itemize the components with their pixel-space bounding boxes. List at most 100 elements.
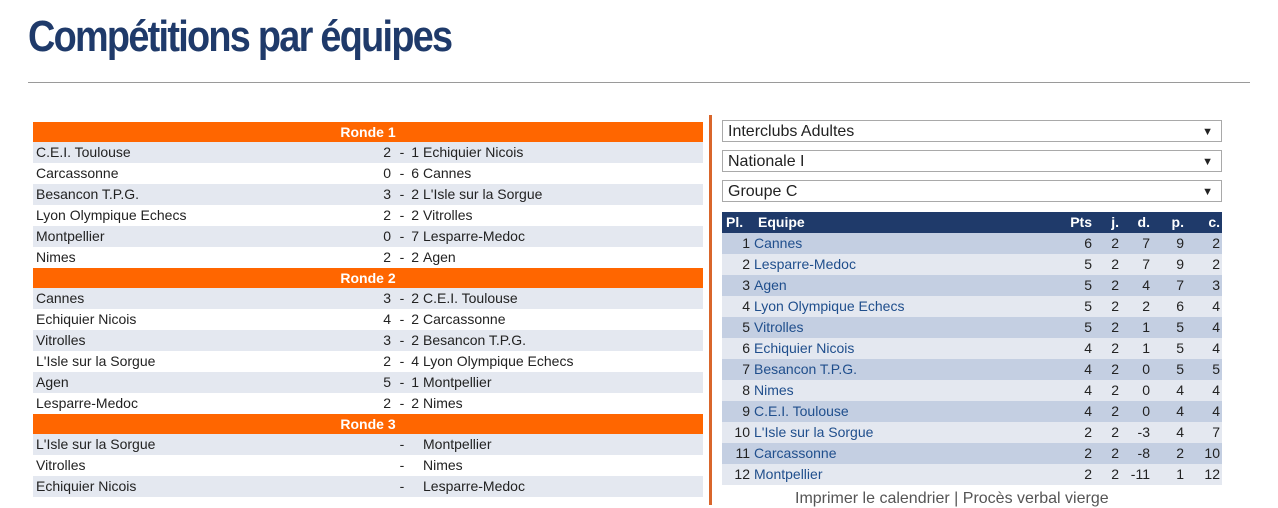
place: 5	[742, 319, 750, 335]
p-value: 4	[1176, 382, 1184, 398]
team-link[interactable]: Montpellier	[754, 464, 822, 485]
away-team: Carcassonne	[423, 311, 506, 327]
away-score: 1	[411, 374, 419, 390]
score-separator: -	[399, 228, 405, 244]
p-value: 7	[1176, 277, 1184, 293]
team-link[interactable]: Besancon T.P.G.	[754, 359, 857, 380]
score-separator: -	[399, 353, 405, 369]
c-value: 4	[1212, 319, 1220, 335]
c-value: 7	[1212, 424, 1220, 440]
away-team: C.E.I. Toulouse	[423, 290, 518, 306]
team-link[interactable]: Vitrolles	[754, 317, 804, 338]
home-score: 3	[383, 332, 391, 348]
match-row: L'Isle sur la Sorgue 2-4 Lyon Olympique Ec…	[33, 351, 703, 372]
chevron-down-icon: ▼	[1202, 156, 1213, 168]
header-played: j.	[1111, 214, 1119, 230]
team-link[interactable]: C.E.I. Toulouse	[754, 401, 849, 422]
score-separator: -	[399, 436, 405, 452]
away-score: 2	[411, 207, 419, 223]
competition-select-value: Interclubs Adultes	[728, 123, 855, 140]
away-team: Lyon Olympique Echecs	[423, 353, 574, 369]
home-team: Echiquier Nicois	[36, 478, 137, 494]
points: 5	[1084, 256, 1092, 272]
home-score: 5	[383, 374, 391, 390]
points: 2	[1084, 424, 1092, 440]
team-link[interactable]: Lesparre-Medoc	[754, 254, 856, 275]
home-score: 2	[383, 249, 391, 265]
home-team: Cannes	[36, 290, 85, 306]
team-link[interactable]: Agen	[754, 275, 787, 296]
group-select[interactable]: Groupe C ▼	[722, 180, 1222, 202]
played: 2	[1111, 277, 1119, 293]
away-team: L'Isle sur la Sorgue	[423, 186, 543, 202]
standings-row: 6 Echiquier Nicois 4 2 1 5 4	[722, 338, 1222, 359]
team-link[interactable]: Nimes	[754, 380, 794, 401]
away-team: Nimes	[423, 457, 463, 473]
home-team: Lyon Olympique Echecs	[36, 207, 187, 223]
team-link[interactable]: Echiquier Nicois	[754, 338, 854, 359]
place: 6	[742, 340, 750, 356]
header-diff: d.	[1137, 214, 1150, 230]
score-separator: -	[399, 249, 405, 265]
diff: -3	[1137, 424, 1150, 440]
home-team: L'Isle sur la Sorgue	[36, 353, 156, 369]
place: 4	[742, 298, 750, 314]
home-team: Agen	[36, 374, 69, 390]
diff: 1	[1142, 340, 1150, 356]
team-link[interactable]: Lyon Olympique Echecs	[754, 296, 904, 317]
away-score: 2	[411, 186, 419, 202]
division-select[interactable]: Nationale I ▼	[722, 150, 1222, 172]
team-link[interactable]: L'Isle sur la Sorgue	[754, 422, 873, 443]
p-value: 9	[1176, 235, 1184, 251]
home-team: L'Isle sur la Sorgue	[36, 436, 156, 452]
round-header: Ronde 3	[33, 414, 703, 434]
played: 2	[1111, 403, 1119, 419]
diff: 7	[1142, 256, 1150, 272]
away-score: 4	[411, 353, 419, 369]
home-score: 0	[383, 228, 391, 244]
team-link[interactable]: Carcassonne	[754, 443, 837, 464]
away-score: 7	[411, 228, 419, 244]
diff: -11	[1130, 466, 1150, 482]
points: 6	[1084, 235, 1092, 251]
score-separator: -	[399, 144, 405, 160]
score-separator: -	[399, 374, 405, 390]
away-team: Vitrolles	[423, 207, 473, 223]
standings-row: 3 Agen 5 2 4 7 3	[722, 275, 1222, 296]
column-divider	[709, 115, 712, 505]
c-value: 4	[1212, 340, 1220, 356]
p-value: 5	[1176, 361, 1184, 377]
score-separator: -	[399, 186, 405, 202]
score-separator: -	[399, 165, 405, 181]
points: 4	[1084, 403, 1092, 419]
blank-report-link[interactable]: Procès verbal vierge	[963, 490, 1109, 507]
print-calendar-link[interactable]: Imprimer le calendrier	[795, 490, 950, 507]
diff: 0	[1142, 403, 1150, 419]
points: 5	[1084, 298, 1092, 314]
away-score: 2	[411, 290, 419, 306]
standings-table: Pl. Equipe Pts j. d. p. c. 1 Cannes 6 2 7 9 2 2…	[722, 212, 1222, 485]
played: 2	[1111, 235, 1119, 251]
match-row: C.E.I. Toulouse 2-1 Echiquier Nicois	[33, 142, 703, 163]
diff: 1	[1142, 319, 1150, 335]
home-score: 3	[383, 186, 391, 202]
standings-row: 5 Vitrolles 5 2 1 5 4	[722, 317, 1222, 338]
points: 4	[1084, 382, 1092, 398]
standings-row: 7 Besancon T.P.G. 4 2 0 5 5	[722, 359, 1222, 380]
team-link[interactable]: Cannes	[754, 233, 802, 254]
competition-select[interactable]: Interclubs Adultes ▼	[722, 120, 1222, 142]
match-row: Lyon Olympique Echecs 2-2 Vitrolles	[33, 205, 703, 226]
played: 2	[1111, 340, 1119, 356]
match-row: L'Isle sur la Sorgue - Montpellier	[33, 434, 703, 455]
standings-row: 2 Lesparre-Medoc 5 2 7 9 2	[722, 254, 1222, 275]
away-team: Lesparre-Medoc	[423, 228, 525, 244]
place: 8	[742, 382, 750, 398]
match-row: Cannes 3-2 C.E.I. Toulouse	[33, 288, 703, 309]
played: 2	[1111, 298, 1119, 314]
score-separator: -	[399, 478, 405, 494]
home-team: Echiquier Nicois	[36, 311, 137, 327]
diff: 0	[1142, 361, 1150, 377]
page-title: Compétitions par équipes	[28, 12, 453, 61]
points: 4	[1084, 361, 1092, 377]
title-divider	[28, 82, 1250, 83]
